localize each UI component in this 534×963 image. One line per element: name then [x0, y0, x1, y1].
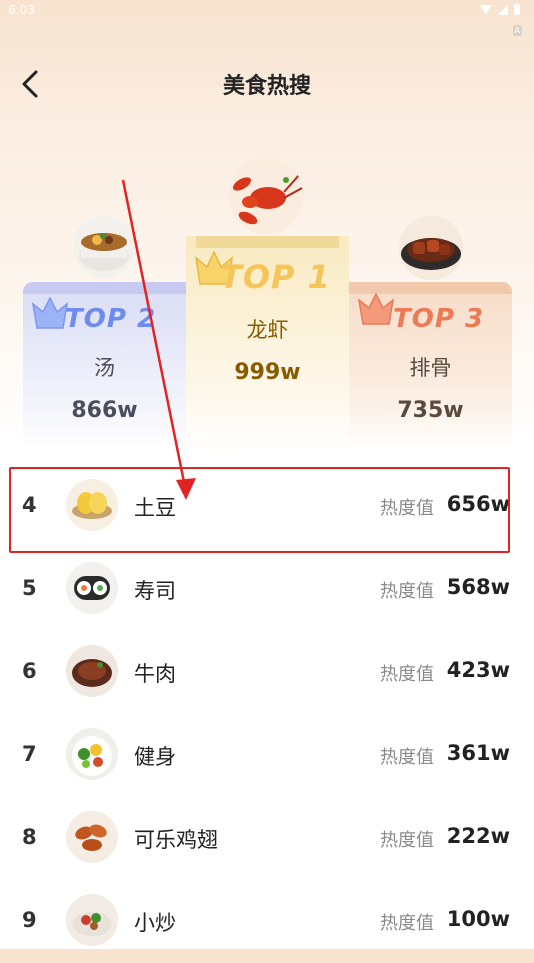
crayfish-icon	[228, 158, 304, 234]
food-name: 寿司	[134, 579, 176, 603]
rank-number: 9	[22, 908, 37, 932]
status-icons	[480, 4, 520, 15]
list-item[interactable]: 9 小炒 热度值 100w	[0, 880, 534, 963]
podium-heat-value: 999w	[234, 360, 301, 385]
rank-number: 5	[22, 576, 37, 600]
podium-top2[interactable]: TOP 2 汤 866w	[23, 282, 186, 452]
podium-food-name: 排骨	[409, 356, 452, 380]
food-name: 牛肉	[134, 662, 176, 686]
sushi-icon	[66, 562, 118, 614]
podium-rank-label: TOP 2	[65, 304, 157, 334]
list-item[interactable]: 5 寿司 热度值 568w	[0, 548, 534, 631]
wifi-icon	[480, 4, 492, 15]
heat-label: 热度值	[380, 747, 434, 768]
stir-fry-icon	[66, 894, 118, 946]
page-title: 美食热搜	[222, 74, 311, 99]
podium-top1[interactable]: TOP 1 龙虾 999w	[186, 236, 349, 452]
podium-top3[interactable]: TOP 3 排骨 735w	[349, 282, 512, 452]
rank-number: 4	[22, 493, 37, 517]
soup-bowl-icon	[73, 216, 135, 278]
potato-icon	[66, 479, 118, 531]
heat-value: 361w	[446, 741, 510, 765]
heat-label: 热度值	[380, 664, 434, 685]
list-item[interactable]: 8 可乐鸡翅 热度值 222w	[0, 797, 534, 880]
crown-bronze-icon	[357, 292, 395, 325]
food-name: 小炒	[134, 911, 176, 935]
header: 美食热搜	[0, 50, 534, 114]
signal-icon	[498, 4, 508, 15]
podium-heat-value: 866w	[71, 398, 138, 423]
food-name: 可乐鸡翅	[134, 828, 218, 852]
list-item[interactable]: 7 健身 热度值 361w	[0, 714, 534, 797]
heat-label: 热度值	[380, 913, 434, 934]
food-name: 土豆	[134, 496, 176, 520]
status-bar: 6:03	[0, 0, 534, 22]
heat-label: 热度值	[380, 830, 434, 851]
status-time: 6:03	[8, 3, 35, 17]
list-item[interactable]: 4 土豆 热度值 656w	[0, 465, 534, 548]
rank-number: 6	[22, 659, 37, 683]
status-badge: A	[512, 25, 522, 36]
podium-rank-label: TOP 1	[220, 258, 331, 296]
beef-icon	[66, 645, 118, 697]
podium-cap	[196, 236, 339, 248]
podium-food-name: 龙虾	[246, 318, 289, 342]
podium-food-name: 汤	[94, 356, 115, 380]
heat-label: 热度值	[380, 498, 434, 519]
chicken-wings-icon	[66, 811, 118, 863]
battery-icon	[514, 4, 520, 15]
heat-value: 423w	[446, 658, 510, 682]
list-item[interactable]: 6 牛肉 热度值 423w	[0, 631, 534, 714]
rank-number: 8	[22, 825, 37, 849]
podium-cap	[23, 282, 186, 294]
ribs-icon	[399, 216, 463, 280]
food-name: 健身	[134, 745, 176, 769]
podium-rank-label: TOP 3	[393, 304, 485, 334]
heat-value: 222w	[446, 824, 510, 848]
podium-heat-value: 735w	[397, 398, 464, 423]
heat-value: 656w	[446, 492, 510, 516]
heat-value: 100w	[446, 907, 510, 931]
heat-value: 568w	[446, 575, 510, 599]
salad-icon	[66, 728, 118, 780]
heat-label: 热度值	[380, 581, 434, 602]
rank-number: 7	[22, 742, 37, 766]
